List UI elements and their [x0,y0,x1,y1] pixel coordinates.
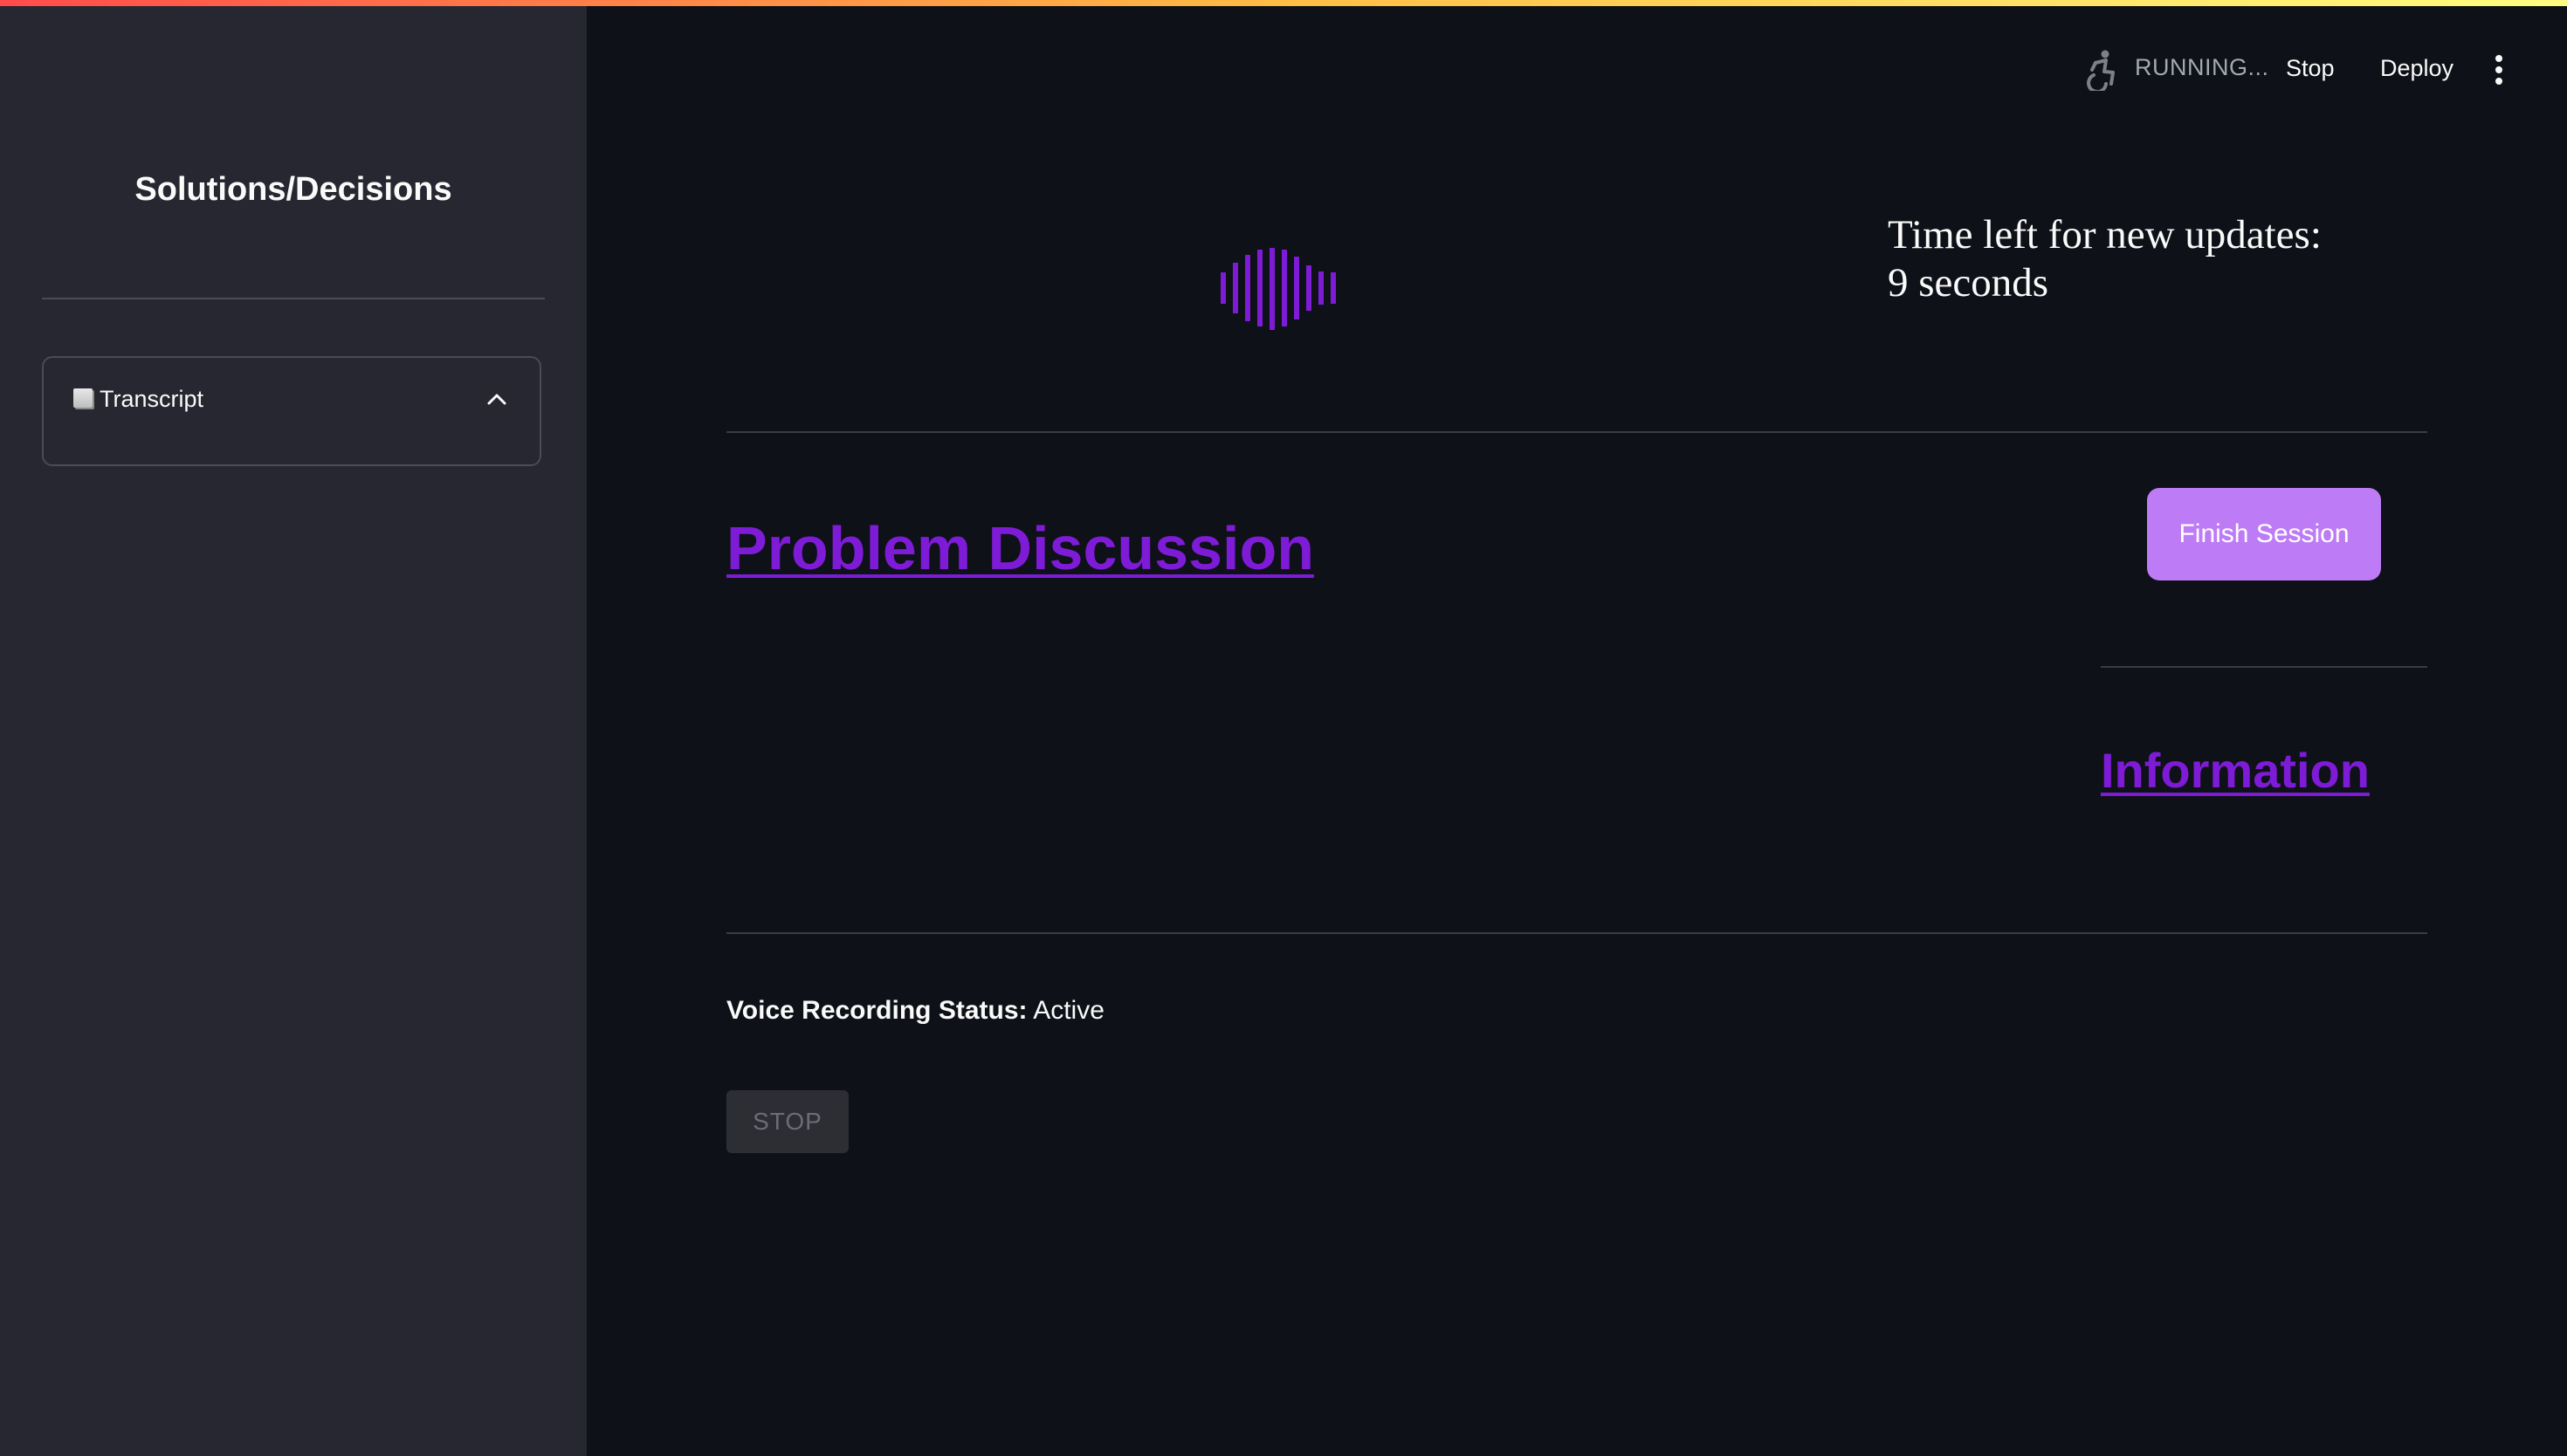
update-timer: Time left for new updates: 9 seconds [1888,211,2322,307]
transcript-expander[interactable]: Transcript [42,356,541,466]
section-divider [726,932,2427,934]
deploy-button[interactable]: Deploy [2371,45,2462,91]
voice-recording-status: Voice Recording Status: Active [726,996,1105,1026]
app-root: Solutions/Decisions Transcript RUNNING..… [0,0,2567,1456]
chevron-up-icon[interactable] [485,391,508,407]
transcript-expander-label: Transcript [100,386,204,412]
main-content: RUNNING... Stop Deploy Time left for new… [587,0,2567,1456]
sidebar: Solutions/Decisions Transcript [0,0,587,1456]
info-divider [2101,666,2427,668]
running-status-text: RUNNING... [2135,54,2269,80]
section-divider [726,431,2427,433]
status-label: Voice Recording Status: [726,996,1028,1025]
audio-waveform-icon [1221,248,1336,330]
status-value: Active [1033,996,1105,1025]
top-decoration-stripe [0,0,2567,6]
stop-run-button[interactable]: Stop [2277,45,2343,91]
page-icon [73,388,93,408]
sidebar-title: Solutions/Decisions [134,171,452,208]
finish-session-button[interactable]: Finish Session [2147,488,2381,580]
timer-label: Time left for new updates: [1888,212,2322,258]
kebab-menu-icon[interactable] [2488,51,2509,89]
timer-value: 9 seconds [1888,260,2049,306]
stop-recording-button[interactable]: STOP [726,1090,849,1153]
sidebar-divider [42,298,545,299]
information-heading[interactable]: Information [2101,742,2370,799]
running-person-icon [2087,50,2115,91]
problem-discussion-heading[interactable]: Problem Discussion [726,513,1314,583]
